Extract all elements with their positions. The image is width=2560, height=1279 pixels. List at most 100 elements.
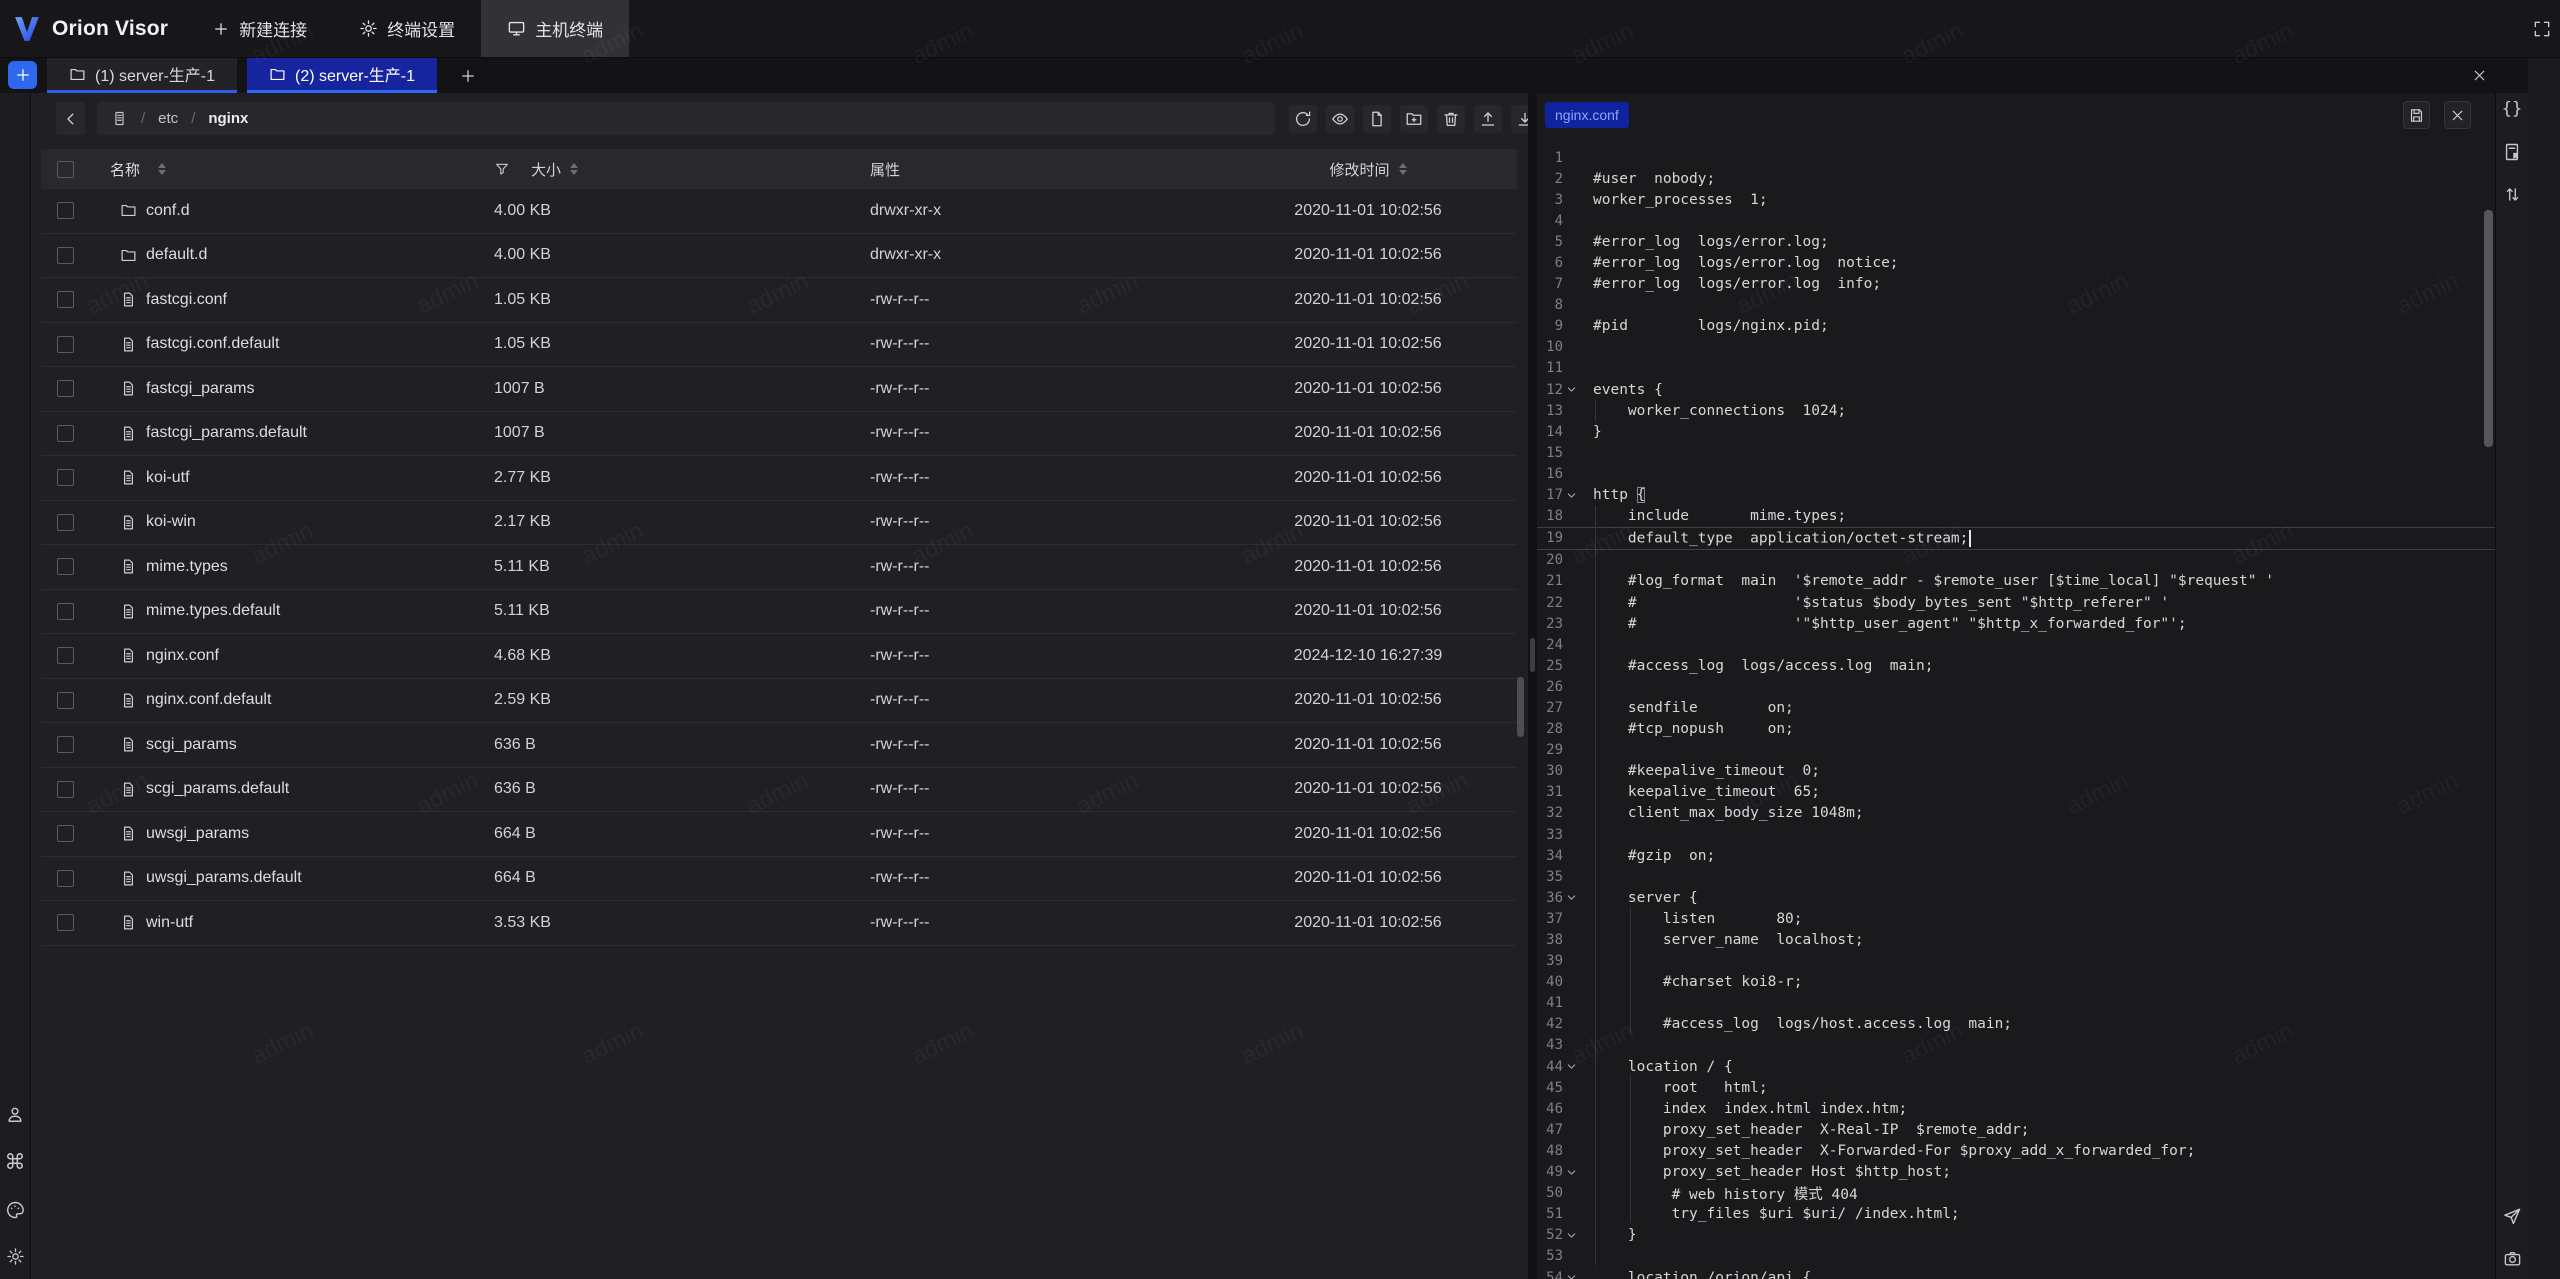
code-line-31[interactable]: 31 keepalive_timeout 65; [1537, 782, 2495, 803]
terminal-tab-2[interactable]: (2) server-生产-1 [247, 58, 437, 93]
menu-item-terminal-settings[interactable]: 终端设置 [333, 0, 481, 57]
fold-toggle-icon[interactable] [1563, 489, 1580, 502]
code-line-1[interactable]: 1 [1537, 147, 2495, 168]
code-line-45[interactable]: 45 root html; [1537, 1077, 2495, 1098]
save-file-button[interactable] [2403, 101, 2430, 129]
code-line-50[interactable]: 50 # web history 模式 404 [1537, 1183, 2495, 1204]
code-line-39[interactable]: 39 [1537, 951, 2495, 972]
code-line-20[interactable]: 20 [1537, 550, 2495, 571]
row-checkbox[interactable] [57, 825, 74, 842]
code-line-52[interactable]: 52 } [1537, 1225, 2495, 1246]
file-row-mime.types.default[interactable]: mime.types.default5.11 KB-rw-r--r--2020-… [41, 590, 1517, 635]
code-line-25[interactable]: 25 #access_log logs/access.log main; [1537, 655, 2495, 676]
back-button[interactable] [56, 102, 85, 135]
code-line-29[interactable]: 29 [1537, 740, 2495, 761]
file-row-koi-win[interactable]: koi-win2.17 KB-rw-r--r--2020-11-01 10:02… [41, 501, 1517, 546]
new-folder-button[interactable] [1400, 105, 1428, 133]
theme-button[interactable] [5, 1200, 25, 1220]
file-row-scgi_params.default[interactable]: scgi_params.default636 B-rw-r--r--2020-1… [41, 768, 1517, 813]
row-checkbox[interactable] [57, 692, 74, 709]
code-line-27[interactable]: 27 sendfile on; [1537, 697, 2495, 718]
editor-file-tab[interactable]: nginx.conf [1545, 102, 1629, 128]
code-line-47[interactable]: 47 proxy_set_header X-Real-IP $remote_ad… [1537, 1119, 2495, 1140]
code-line-38[interactable]: 38 server_name localhost; [1537, 929, 2495, 950]
file-row-scgi_params[interactable]: scgi_params636 B-rw-r--r--2020-11-01 10:… [41, 723, 1517, 768]
code-line-26[interactable]: 26 [1537, 676, 2495, 697]
row-checkbox[interactable] [57, 202, 74, 219]
code-line-30[interactable]: 30 #keepalive_timeout 0; [1537, 761, 2495, 782]
code-line-7[interactable]: 7#error_log logs/error.log info; [1537, 274, 2495, 295]
terminal-tab-1[interactable]: (1) server-生产-1 [47, 58, 237, 93]
row-checkbox[interactable] [57, 914, 74, 931]
code-line-43[interactable]: 43 [1537, 1035, 2495, 1056]
close-panel-button[interactable] [2465, 58, 2494, 93]
sort-mtime[interactable] [1399, 163, 1407, 175]
braces-button[interactable]: {} [2502, 99, 2522, 119]
column-name[interactable]: 名称 [110, 159, 140, 180]
settings-button[interactable] [6, 1247, 25, 1266]
code-line-51[interactable]: 51 try_files $uri $uri/ /index.html; [1537, 1204, 2495, 1225]
column-mtime[interactable]: 修改时间 [1329, 159, 1389, 180]
editor-scrollbar[interactable] [2484, 210, 2493, 447]
row-checkbox[interactable] [57, 781, 74, 798]
delete-button[interactable] [1437, 105, 1465, 133]
fold-toggle-icon[interactable] [1563, 891, 1580, 904]
code-line-24[interactable]: 24 [1537, 634, 2495, 655]
code-line-41[interactable]: 41 [1537, 993, 2495, 1014]
new-tab-button[interactable] [8, 61, 37, 89]
code-line-53[interactable]: 53 [1537, 1246, 2495, 1267]
code-line-21[interactable]: 21 #log_format main '$remote_addr - $rem… [1537, 571, 2495, 592]
row-checkbox[interactable] [57, 469, 74, 486]
panel-resize-divider[interactable] [1528, 93, 1537, 1279]
code-line-8[interactable]: 8 [1537, 295, 2495, 316]
fold-toggle-icon[interactable] [1563, 1229, 1580, 1242]
filter-icon[interactable] [494, 161, 510, 177]
code-line-19[interactable]: 19 default_type application/octet-stream… [1537, 527, 2495, 550]
sort-size[interactable] [570, 163, 578, 175]
row-checkbox[interactable] [57, 425, 74, 442]
fold-toggle-icon[interactable] [1563, 383, 1580, 396]
code-line-14[interactable]: 14} [1537, 421, 2495, 442]
code-line-33[interactable]: 33 [1537, 824, 2495, 845]
row-checkbox[interactable] [57, 558, 74, 575]
file-row-mime.types[interactable]: mime.types5.11 KB-rw-r--r--2020-11-01 10… [41, 545, 1517, 590]
code-line-36[interactable]: 36 server { [1537, 887, 2495, 908]
upload-button[interactable] [1474, 105, 1502, 133]
code-line-48[interactable]: 48 proxy_set_header X-Forwarded-For $pro… [1537, 1140, 2495, 1161]
code-line-12[interactable]: 12events { [1537, 379, 2495, 400]
file-row-fastcgi.conf[interactable]: fastcgi.conf1.05 KB-rw-r--r--2020-11-01 … [41, 278, 1517, 323]
select-all-checkbox[interactable] [57, 161, 74, 178]
code-line-46[interactable]: 46 index index.html index.htm; [1537, 1098, 2495, 1119]
file-row-uwsgi_params.default[interactable]: uwsgi_params.default664 B-rw-r--r--2020-… [41, 857, 1517, 902]
code-line-32[interactable]: 32 client_max_body_size 1048m; [1537, 803, 2495, 824]
code-line-13[interactable]: 13 worker_connections 1024; [1537, 400, 2495, 421]
code-line-34[interactable]: 34 #gzip on; [1537, 845, 2495, 866]
code-line-2[interactable]: 2#user nobody; [1537, 168, 2495, 189]
column-size[interactable]: 大小 [531, 159, 561, 180]
code-line-54[interactable]: 54 location /orion/api { [1537, 1267, 2495, 1279]
breadcrumb-segment-nginx[interactable]: nginx [208, 110, 248, 127]
code-line-6[interactable]: 6#error_log logs/error.log notice; [1537, 252, 2495, 273]
breadcrumb[interactable]: /etc/nginx [97, 102, 1275, 135]
breadcrumb-segment-etc[interactable]: etc [158, 110, 178, 127]
code-line-40[interactable]: 40 #charset koi8-r; [1537, 972, 2495, 993]
send-command-button[interactable] [2502, 1206, 2522, 1226]
file-row-nginx.conf[interactable]: nginx.conf4.68 KB-rw-r--r--2024-12-10 16… [41, 634, 1517, 679]
sort-name[interactable] [158, 163, 166, 175]
sort-order-button[interactable] [2503, 185, 2522, 204]
row-checkbox[interactable] [57, 603, 74, 620]
user-button[interactable] [5, 1105, 25, 1125]
code-line-18[interactable]: 18 include mime.types; [1537, 506, 2495, 527]
code-line-3[interactable]: 3worker_processes 1; [1537, 189, 2495, 210]
code-line-10[interactable]: 10 [1537, 337, 2495, 358]
fold-toggle-icon[interactable] [1563, 1166, 1580, 1179]
code-line-17[interactable]: 17http { [1537, 485, 2495, 506]
row-checkbox[interactable] [57, 380, 74, 397]
file-list-scrollbar[interactable] [1517, 677, 1524, 737]
row-checkbox[interactable] [57, 336, 74, 353]
file-info-button[interactable] [2502, 142, 2522, 162]
menu-item-new-connection[interactable]: 新建连接 [186, 0, 333, 57]
new-file-button[interactable] [1363, 105, 1391, 133]
file-row-fastcgi_params.default[interactable]: fastcgi_params.default1007 B-rw-r--r--20… [41, 412, 1517, 457]
code-line-16[interactable]: 16 [1537, 463, 2495, 484]
